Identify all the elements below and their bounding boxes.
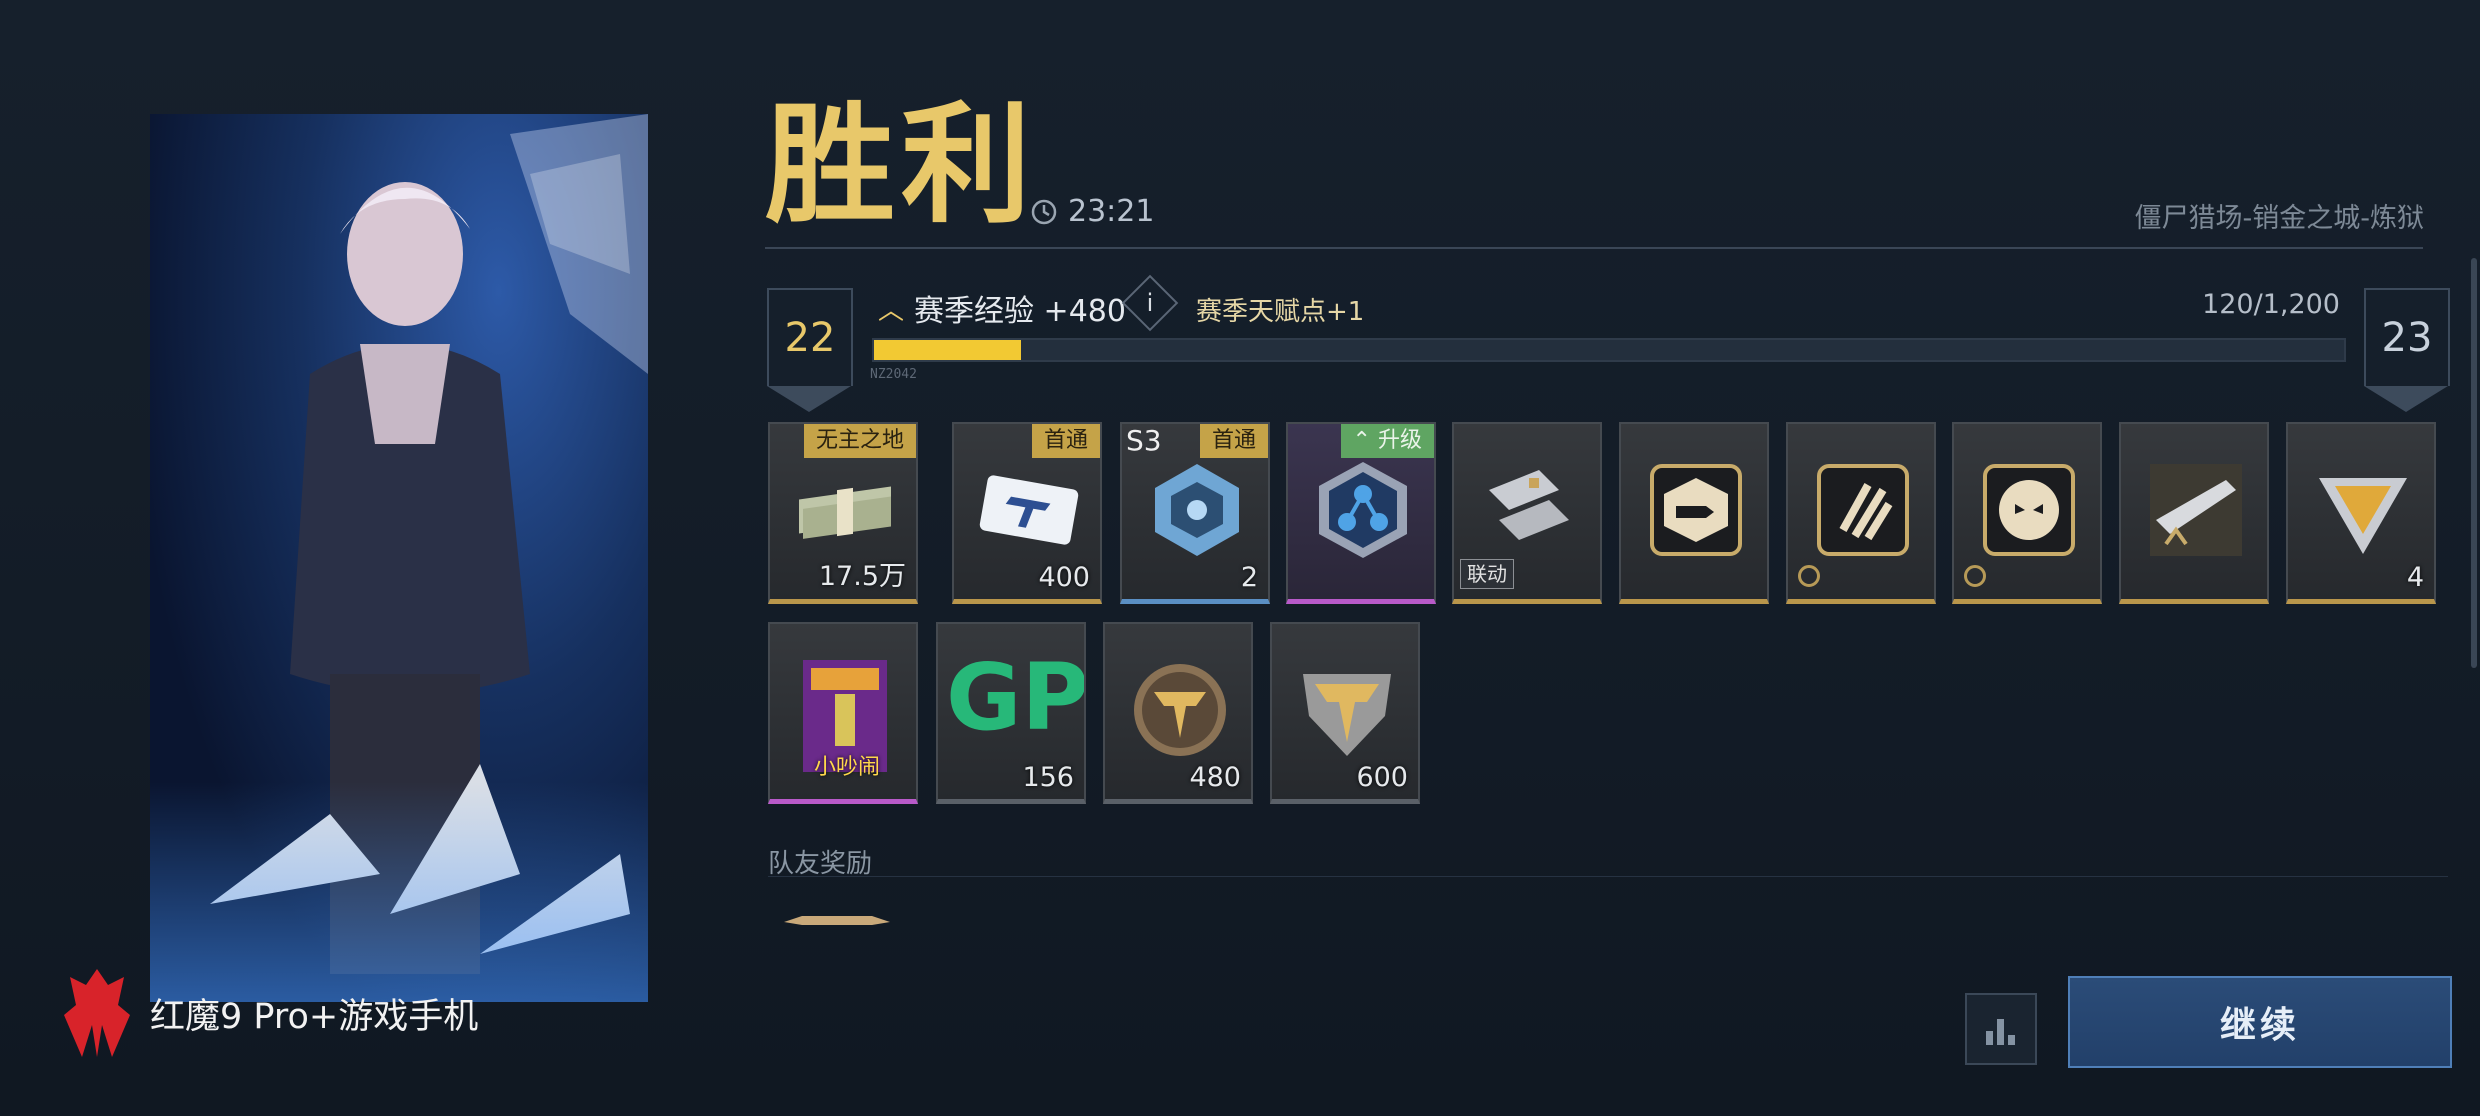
medal-icon [1134, 664, 1226, 756]
reward-qty: 4 [2406, 562, 2424, 593]
reward-bronze-medal[interactable]: 480 [1103, 622, 1253, 804]
next-level-badge: 23 [2364, 288, 2450, 412]
card-title: 小吵闹 [814, 755, 881, 780]
reward-weapon-blueprint[interactable] [2119, 422, 2269, 604]
talent-point-label: 赛季天赋点+1 [1196, 297, 1365, 327]
reward-card-ticket[interactable]: 首通 400 [952, 422, 1102, 604]
nz-tag: NZ2042 [870, 367, 917, 382]
season-xp-label: ︿ 赛季经验 +480 [878, 286, 1126, 330]
ammo-upgrade-icon [1650, 464, 1742, 556]
scrollbar[interactable] [2471, 258, 2477, 668]
lock-icon [1964, 565, 1986, 587]
xp-progress-bar [872, 338, 2346, 362]
reward-qty: 156 [1022, 762, 1074, 793]
match-time: 23:21 [1068, 194, 1155, 229]
reward-gp-points[interactable]: GP 156 [936, 622, 1086, 804]
header-divider [765, 247, 2423, 249]
teammate-weapon-icon [784, 916, 890, 925]
mode-label: 僵尸猎场-销金之城-炼狱 [2134, 203, 2425, 234]
beast-icon [1983, 464, 2075, 556]
xp-count: 120/1,200 [2202, 289, 2340, 320]
brand-watermark: 红魔9 Pro+游戏手机 [62, 965, 478, 1061]
collab-tag: 联动 [1460, 559, 1514, 589]
bar-chart-icon [1986, 1019, 2015, 1045]
teammate-rewards-label: 队友奖励 [768, 849, 873, 879]
claw-icon [1817, 464, 1909, 556]
teammate-divider [768, 876, 2448, 877]
reward-qty: 2 [1240, 562, 1258, 593]
reward-tag: 无主之地 [803, 424, 916, 458]
continue-button[interactable]: 继续 [2068, 976, 2452, 1068]
reward-module-upgrade[interactable]: ⌃ 升级 [1286, 422, 1436, 604]
reward-beast-talent[interactable] [1952, 422, 2102, 604]
clock-icon [1031, 199, 1057, 224]
victory-title: 胜利 [765, 89, 1038, 241]
reward-rage-card[interactable]: 小吵闹 [768, 622, 918, 804]
reward-s3-crate[interactable]: S3 首通 2 [1120, 422, 1270, 604]
module-icon [1319, 462, 1407, 558]
upgrade-tag: ⌃ 升级 [1340, 424, 1434, 458]
xp-progress-fill [874, 340, 1021, 360]
lock-icon [1798, 565, 1820, 587]
weapon-blueprint-icon [2150, 464, 2242, 556]
reward-ammo-talent[interactable] [1619, 422, 1769, 604]
cash-icon [799, 486, 891, 539]
emblem-icon [1303, 674, 1391, 756]
character-portrait [150, 114, 648, 1002]
reward-claw-talent[interactable] [1786, 422, 1936, 604]
match-timer: 23:21 [1030, 194, 1154, 229]
reward-qty: 600 [1356, 762, 1408, 793]
current-level: 22 [784, 315, 836, 361]
reward-qty: 480 [1189, 762, 1241, 793]
crate-icon [1155, 464, 1239, 556]
brand-text: 红魔9 Pro+游戏手机 [150, 996, 479, 1037]
gp-icon: GP [946, 644, 1086, 751]
reward-triangle-core[interactable]: 4 [2286, 422, 2436, 604]
current-level-badge: 22 [767, 288, 853, 412]
season-badge: S3 [1126, 424, 1162, 457]
triangle-core-icon [2319, 478, 2407, 554]
reward-battle-pass-emblem[interactable]: 600 [1270, 622, 1420, 804]
stats-button[interactable] [1965, 993, 2037, 1065]
reward-collab-gauntlets[interactable]: 联动 [1452, 422, 1602, 604]
info-icon[interactable]: i [1121, 274, 1179, 332]
reward-qty: 400 [1038, 562, 1090, 593]
next-level: 23 [2381, 315, 2433, 361]
reward-tag: 首通 [1031, 424, 1100, 458]
gauntlet-icon [1489, 470, 1569, 540]
red-magic-logo-icon [64, 969, 130, 1057]
season-xp-text: 赛季经验 +480 [914, 294, 1126, 329]
ticket-icon [979, 475, 1079, 545]
reward-qty: 17.5万 [818, 561, 906, 592]
reward-tag: 首通 [1199, 424, 1268, 458]
chevron-up-icon: ︿ [878, 295, 905, 326]
reward-cash-bundle[interactable]: 无主之地 17.5万 [768, 422, 918, 604]
